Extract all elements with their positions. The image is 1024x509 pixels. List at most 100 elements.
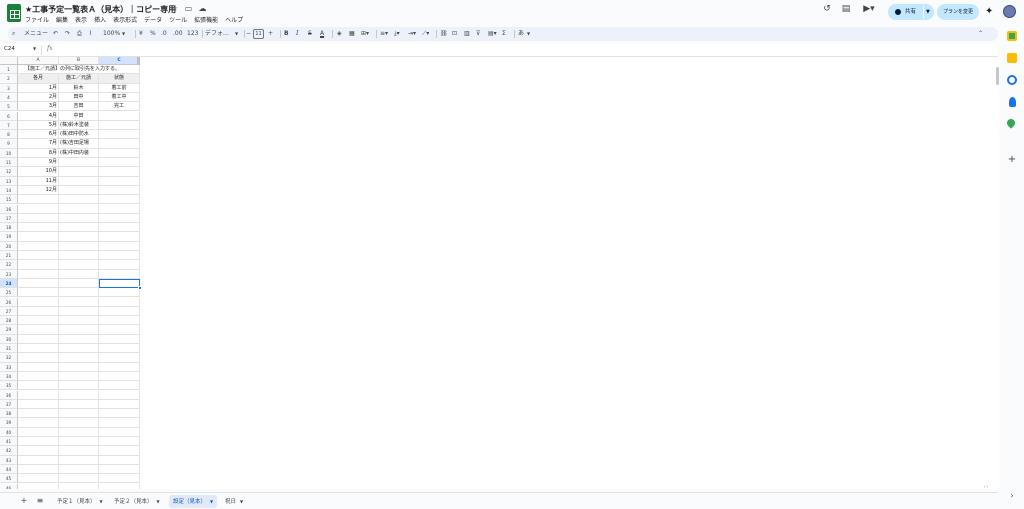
row-number[interactable]: 9 — [0, 139, 18, 149]
cell-a[interactable] — [18, 334, 59, 344]
cell-b[interactable] — [59, 437, 99, 447]
cell-a[interactable] — [18, 316, 59, 326]
cell-a[interactable] — [18, 464, 59, 475]
cell-a[interactable] — [18, 278, 59, 289]
menu-item-3[interactable]: 挿入 — [94, 15, 106, 24]
font-caret-icon[interactable]: ▼ — [235, 27, 238, 41]
cell-c[interactable] — [99, 409, 140, 419]
row-number[interactable]: 8 — [0, 130, 18, 140]
all-sheets-icon[interactable]: ≡ — [35, 496, 45, 506]
cell-a[interactable]: 3月 — [18, 102, 59, 112]
row-number[interactable]: 46 — [0, 483, 18, 489]
input-tools-caret-icon[interactable]: ▼ — [527, 27, 530, 41]
sheet-grid[interactable]: A B C 1 【施工／元請】の列に取引先を入力する。 2 各月 施工／元請 状態 3 1月鈴… — [0, 57, 998, 489]
cell-a[interactable] — [18, 418, 59, 428]
row-number[interactable]: 22 — [0, 260, 18, 270]
cell-a[interactable] — [18, 437, 59, 447]
row-number[interactable]: 13 — [0, 176, 18, 186]
add-sheet-icon[interactable]: + — [19, 496, 29, 506]
selected-cell-outline[interactable] — [99, 278, 140, 289]
cell-c[interactable] — [99, 399, 140, 410]
cell-b[interactable]: (株)吉田足場 — [59, 139, 99, 149]
cell-b[interactable]: (株)鈴木塗装 — [59, 120, 99, 131]
cell-b[interactable] — [59, 232, 99, 242]
cell-a[interactable] — [18, 288, 59, 298]
cell-a[interactable] — [18, 260, 59, 270]
row-number[interactable]: 26 — [0, 297, 18, 307]
change-plan-button[interactable]: プランを変更 — [937, 4, 979, 20]
currency-format-button[interactable]: ¥ — [139, 27, 143, 41]
zoom-select[interactable]: 100% — [103, 27, 120, 41]
cell-b[interactable] — [59, 362, 99, 372]
document-title[interactable]: ★工事予定一覧表Ａ（見本）｜コピー専用 — [25, 4, 176, 15]
keep-icon[interactable] — [1007, 53, 1017, 63]
cell-b[interactable] — [59, 371, 99, 382]
search-menus-icon[interactable]: ⌕ — [12, 27, 15, 41]
cell-c[interactable] — [99, 381, 140, 391]
cell-c[interactable] — [99, 167, 140, 177]
cell-b[interactable] — [59, 464, 99, 475]
cell-c[interactable] — [99, 316, 140, 326]
cell-c[interactable] — [99, 111, 140, 121]
cell-c[interactable] — [99, 362, 140, 372]
cell-c[interactable] — [99, 288, 140, 298]
cell-a[interactable]: 2月 — [18, 92, 59, 103]
gemini-icon[interactable]: ✦ — [985, 6, 993, 17]
sheet-tab-1[interactable]: 予定２（見本） ▼ — [110, 495, 164, 508]
cell-c[interactable] — [99, 297, 140, 307]
contacts-icon[interactable] — [1009, 97, 1016, 107]
row-number[interactable]: 6 — [0, 111, 18, 121]
cell-b[interactable] — [59, 260, 99, 270]
cell-c[interactable] — [99, 427, 140, 437]
cell-b[interactable] — [59, 176, 99, 186]
expand-panel-icon[interactable]: › — [1007, 491, 1017, 501]
row-number[interactable]: 40 — [0, 427, 18, 437]
menu-item-5[interactable]: データ — [144, 15, 162, 24]
cell-b[interactable]: 中田 — [59, 111, 99, 121]
row-number[interactable]: 23 — [0, 269, 18, 279]
cell-c[interactable] — [99, 390, 140, 400]
cell-b[interactable] — [59, 483, 99, 489]
row-number[interactable]: 2 — [0, 74, 18, 84]
cell-c[interactable] — [99, 344, 140, 354]
font-family-select[interactable]: デフォ... — [205, 27, 229, 41]
cell-c[interactable] — [99, 437, 140, 447]
tasks-icon[interactable] — [1007, 75, 1017, 85]
share-button[interactable]: 共有 ▼ — [888, 4, 934, 20]
cell-c[interactable] — [99, 213, 140, 224]
insert-comment-icon[interactable]: ⊡ — [452, 27, 457, 41]
cell-a[interactable] — [18, 409, 59, 419]
cell-c[interactable] — [99, 260, 140, 270]
row-number[interactable]: 31 — [0, 344, 18, 354]
cell-c[interactable] — [99, 241, 140, 251]
text-color-button[interactable]: A — [320, 27, 324, 41]
cell-a[interactable]: 5月 — [18, 120, 59, 131]
cell-a[interactable] — [18, 223, 59, 233]
cell-a[interactable] — [18, 204, 59, 214]
cell-c[interactable] — [99, 251, 140, 261]
column-header-c[interactable]: C — [99, 57, 140, 65]
borders-icon[interactable]: ▦ — [349, 27, 355, 41]
cell-b[interactable] — [59, 297, 99, 307]
cell-a[interactable]: 9月 — [18, 158, 59, 168]
row-number[interactable]: 29 — [0, 325, 18, 335]
row-number[interactable]: 14 — [0, 185, 18, 196]
cell-b[interactable] — [59, 158, 99, 168]
font-size-input[interactable]: 11 — [253, 29, 264, 39]
fill-color-icon[interactable]: ◈ — [337, 27, 342, 41]
row-number[interactable]: 45 — [0, 474, 18, 484]
cell-a[interactable] — [18, 399, 59, 410]
cell-c[interactable] — [99, 120, 140, 131]
row-number[interactable]: 37 — [0, 399, 18, 410]
cell-c[interactable] — [99, 130, 140, 140]
avatar[interactable] — [1003, 5, 1016, 18]
cell-a[interactable] — [18, 390, 59, 400]
decrease-font-size-button[interactable]: − — [246, 27, 251, 41]
increase-decimal-button[interactable]: .00 — [173, 27, 183, 41]
header-cell[interactable]: 施工／元請 — [59, 74, 99, 84]
cloud-status-icon[interactable]: ☁ — [198, 4, 207, 13]
cell-a[interactable]: 8月 — [18, 148, 59, 158]
text-wrapping-icon[interactable]: ⇥▾ — [408, 27, 416, 41]
increase-font-size-button[interactable]: + — [268, 27, 273, 41]
bold-button[interactable]: B — [284, 27, 289, 41]
